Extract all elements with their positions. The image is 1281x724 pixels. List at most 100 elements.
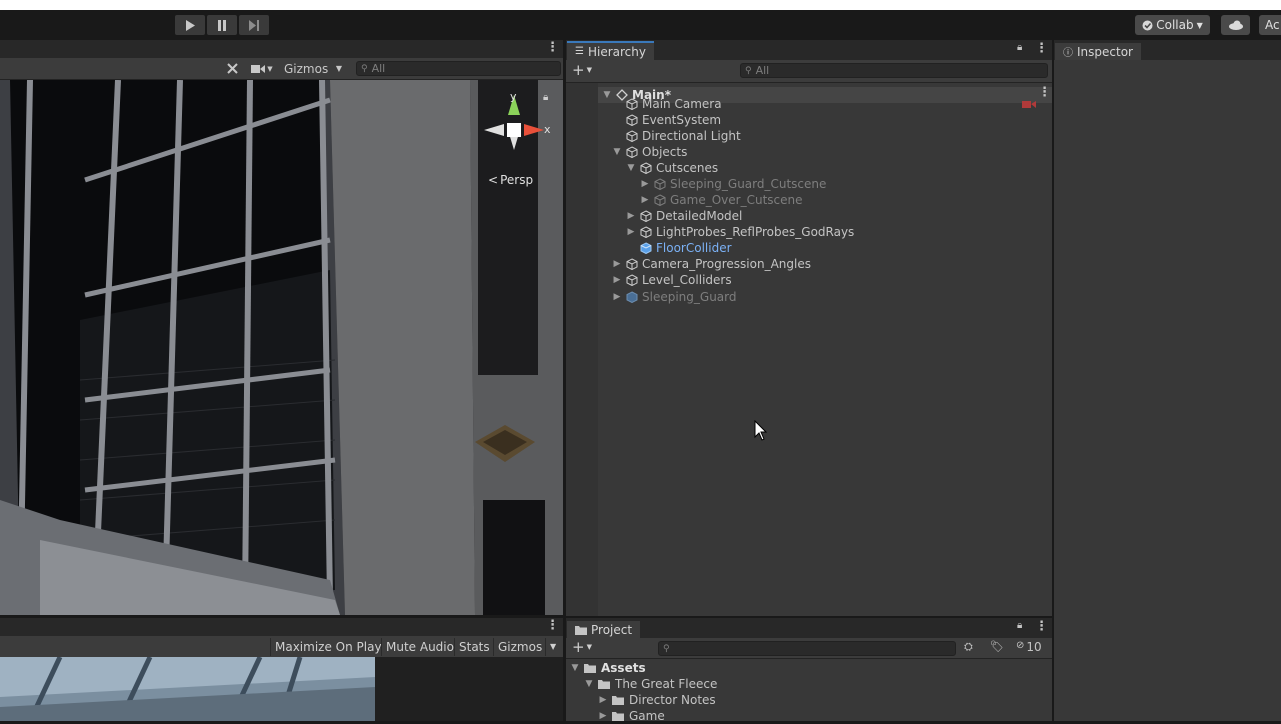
gizmos-dropdown-icon[interactable]: ▼ — [332, 60, 346, 77]
list-item[interactable]: ▼ Objects — [612, 144, 688, 160]
maximize-on-play-button[interactable]: Maximize On Play — [270, 638, 386, 656]
persp-toggle[interactable]: < Persp — [488, 173, 533, 187]
collapsed-arrow-icon[interactable]: ▶ — [598, 708, 608, 724]
expanded-arrow-icon[interactable]: ▼ — [570, 660, 580, 676]
gameobject-icon — [640, 162, 652, 174]
label-tag-icon[interactable]: 🏷︎ — [990, 640, 1004, 653]
item-label: Game_Over_Cutscene — [670, 193, 803, 207]
collapsed-arrow-icon[interactable]: ▶ — [626, 224, 636, 240]
collapsed-arrow-icon[interactable]: ▶ — [640, 192, 650, 208]
item-label: DetailedModel — [656, 209, 743, 223]
tree-label: Director Notes — [629, 693, 716, 707]
mute-audio-button[interactable]: Mute Audio — [381, 638, 458, 656]
scene-search-input[interactable]: ⚲ All — [356, 61, 561, 76]
account-button[interactable]: Ac — [1259, 15, 1281, 35]
lock-icon[interactable]: 🔒︎ — [1017, 620, 1022, 631]
lock-icon[interactable]: 🔒︎ — [1017, 42, 1022, 53]
plus-icon: + — [572, 638, 585, 656]
list-item[interactable]: ▶ DetailedModel — [626, 208, 743, 224]
game-gizmos-button[interactable]: Gizmos — [493, 638, 547, 656]
hierarchy-menu-icon[interactable]: ⋮ — [1035, 41, 1048, 56]
open-folder-icon — [598, 680, 610, 689]
item-label: EventSystem — [642, 113, 722, 127]
hierarchy-tab-bar: ☰ Hierarchy 🔒︎ ⋮ — [566, 40, 1052, 60]
hierarchy-search-input[interactable]: ⚲ All — [740, 63, 1048, 78]
project-tab-bar: Project 🔒︎ ⋮ — [566, 618, 1052, 638]
chevron-down-icon[interactable]: ▼ — [545, 638, 561, 656]
camera-button[interactable]: ▼ — [246, 60, 278, 77]
tools-button[interactable] — [222, 60, 242, 77]
gameobject-icon — [626, 258, 638, 270]
collab-button[interactable]: Collab ▼ — [1135, 15, 1210, 35]
persp-label: Persp — [500, 173, 534, 187]
plus-icon: + — [572, 61, 585, 79]
list-item[interactable]: ▶ Game_Over_Cutscene — [640, 192, 803, 208]
cloud-button[interactable] — [1221, 15, 1250, 35]
list-item[interactable]: EventSystem — [612, 112, 721, 128]
item-label: Sleeping_Guard — [642, 290, 737, 304]
expanded-arrow-icon[interactable]: ▼ — [612, 144, 622, 160]
collapsed-arrow-icon[interactable]: ▶ — [626, 208, 636, 224]
expanded-arrow-icon[interactable]: ▼ — [602, 87, 612, 103]
gameobject-icon — [640, 210, 652, 222]
tree-item[interactable]: ▶ Director Notes — [598, 692, 716, 708]
tab-hierarchy[interactable]: ☰ Hierarchy — [567, 41, 654, 60]
scene-tab-bar: ⋮ — [0, 40, 563, 58]
chevron-down-icon: ▼ — [586, 66, 592, 74]
collapsed-arrow-icon[interactable]: ▶ — [612, 256, 622, 272]
collapsed-arrow-icon[interactable]: ▶ — [640, 176, 650, 192]
item-label: Sleeping_Guard_Cutscene — [670, 177, 827, 191]
info-icon: ⓘ — [1063, 48, 1073, 59]
list-item[interactable]: ▶ Sleeping_Guard — [612, 289, 737, 305]
hierarchy-panel: ☰ Hierarchy 🔒︎ ⋮ + ▼ ⚲ All ▼ Main* ⋮ Mai… — [566, 40, 1052, 616]
lock-icon[interactable]: 🔒︎ — [543, 92, 548, 103]
game-viewport[interactable] — [0, 657, 563, 721]
list-item[interactable]: ▶ Sleeping_Guard_Cutscene — [640, 176, 827, 192]
collapsed-arrow-icon[interactable]: ▶ — [612, 272, 622, 288]
list-item[interactable]: ▶ LightProbes_ReflProbes_GodRays — [626, 224, 855, 240]
tree-item[interactable]: ▶ Game — [598, 708, 665, 724]
play-button[interactable] — [175, 15, 205, 35]
project-search-input[interactable]: ⚲ — [658, 641, 956, 656]
hidden-packages-toggle[interactable]: ⊘ 10 — [1016, 640, 1042, 654]
scene-menu-icon[interactable]: ⋮ — [546, 40, 559, 55]
collapsed-arrow-icon[interactable]: ▶ — [612, 289, 622, 305]
list-item[interactable]: FloorCollider — [626, 240, 732, 256]
tab-inspector[interactable]: ⓘ Inspector — [1055, 41, 1141, 60]
filter-by-type-icon[interactable]: ⛭ — [964, 640, 973, 654]
list-item[interactable]: Main Camera — [612, 96, 722, 112]
project-tab-label: Project — [591, 622, 633, 637]
collapsed-arrow-icon[interactable]: ▶ — [598, 692, 608, 708]
list-item[interactable]: Directional Light — [612, 128, 741, 144]
scene-gizmos-button[interactable]: Gizmos — [280, 60, 330, 77]
tab-project[interactable]: Project — [567, 619, 641, 638]
prefab-icon — [640, 242, 652, 254]
item-label: Main Camera — [642, 97, 722, 111]
chevron-left-icon: < — [488, 173, 499, 187]
create-button[interactable]: + ▼ — [572, 62, 592, 78]
item-label: Objects — [642, 145, 688, 159]
project-menu-icon[interactable]: ⋮ — [1035, 619, 1048, 634]
list-item[interactable]: ▼ Cutscenes — [626, 160, 719, 176]
tree-item[interactable]: ▼ The Great Fleece — [584, 676, 718, 692]
expanded-arrow-icon[interactable]: ▼ — [584, 676, 594, 692]
list-item[interactable]: ▶ Camera_Progression_Angles — [612, 256, 811, 272]
item-label: FloorCollider — [656, 241, 732, 255]
scene-menu-icon[interactable]: ⋮ — [1038, 85, 1051, 100]
tree-label: The Great Fleece — [615, 677, 718, 691]
search-icon: ⚲ — [745, 65, 752, 76]
gameobject-icon — [626, 146, 638, 158]
gameobject-icon — [626, 130, 638, 142]
game-menu-icon[interactable]: ⋮ — [546, 618, 559, 633]
tree-item[interactable]: ▼ Assets — [570, 660, 646, 676]
search-icon: ⚲ — [663, 643, 670, 654]
scene-viewport[interactable]: y x 🔒︎ < Persp — [0, 80, 563, 615]
stats-button[interactable]: Stats — [454, 638, 494, 656]
hierarchy-tab-label: Hierarchy — [587, 44, 646, 59]
step-button[interactable] — [239, 15, 269, 35]
pause-button[interactable] — [207, 15, 237, 35]
expanded-arrow-icon[interactable]: ▼ — [626, 160, 636, 176]
create-button[interactable]: + ▼ — [572, 639, 592, 655]
hierarchy-search-placeholder: All — [755, 64, 770, 77]
list-item[interactable]: ▶ Level_Colliders — [612, 272, 732, 288]
